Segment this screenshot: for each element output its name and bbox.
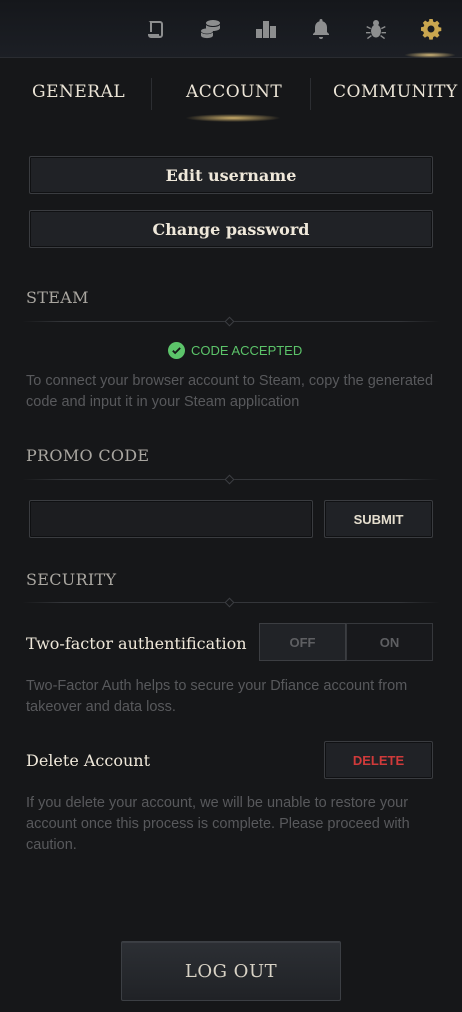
promo-section-title: PROMO CODE <box>26 446 150 465</box>
active-icon-indicator <box>404 52 456 58</box>
steam-description: To connect your browser account to Steam… <box>26 373 434 410</box>
two-factor-toggle: OFF ON <box>259 623 433 661</box>
section-divider <box>22 316 440 327</box>
top-icon-bar <box>0 0 462 58</box>
tab-general[interactable]: GENERAL <box>32 82 125 102</box>
leaderboard-icon[interactable] <box>253 16 279 42</box>
two-factor-description: Two-Factor Auth helps to secure your Dfi… <box>26 678 408 715</box>
delete-description: If you delete your account, we will be u… <box>26 795 410 853</box>
active-tab-indicator <box>185 114 281 122</box>
delete-button[interactable]: DELETE <box>324 741 433 779</box>
logout-button[interactable]: LOG OUT <box>121 941 341 1001</box>
settings-tabs: GENERAL ACCOUNT COMMUNITY <box>0 70 462 122</box>
section-divider <box>22 474 440 485</box>
change-password-button[interactable]: Change password <box>29 210 433 248</box>
gear-icon[interactable] <box>418 16 444 42</box>
code-accepted-status: CODE ACCEPTED <box>168 340 302 360</box>
code-accepted-text: CODE ACCEPTED <box>191 342 303 358</box>
check-icon <box>168 341 185 359</box>
delete-account-label: Delete Account <box>26 751 151 770</box>
tab-account[interactable]: ACCOUNT <box>186 82 282 102</box>
promo-code-input[interactable] <box>29 500 313 538</box>
toggle-on-option[interactable]: ON <box>346 623 433 661</box>
two-factor-label: Two-factor authentification <box>26 634 247 653</box>
tab-divider <box>310 78 311 110</box>
tab-divider <box>151 78 152 110</box>
coins-icon[interactable] <box>198 16 224 42</box>
security-section-title: SECURITY <box>26 570 117 589</box>
toggle-off-option[interactable]: OFF <box>259 623 346 661</box>
submit-button[interactable]: SUBMIT <box>324 500 433 538</box>
tab-community[interactable]: COMMUNITY <box>333 82 458 102</box>
section-divider <box>22 597 440 608</box>
scroll-icon[interactable] <box>143 16 169 42</box>
bell-icon[interactable] <box>308 16 334 42</box>
steam-section-title: STEAM <box>26 288 89 307</box>
edit-username-button[interactable]: Edit username <box>29 156 433 194</box>
bug-icon[interactable] <box>363 16 389 42</box>
